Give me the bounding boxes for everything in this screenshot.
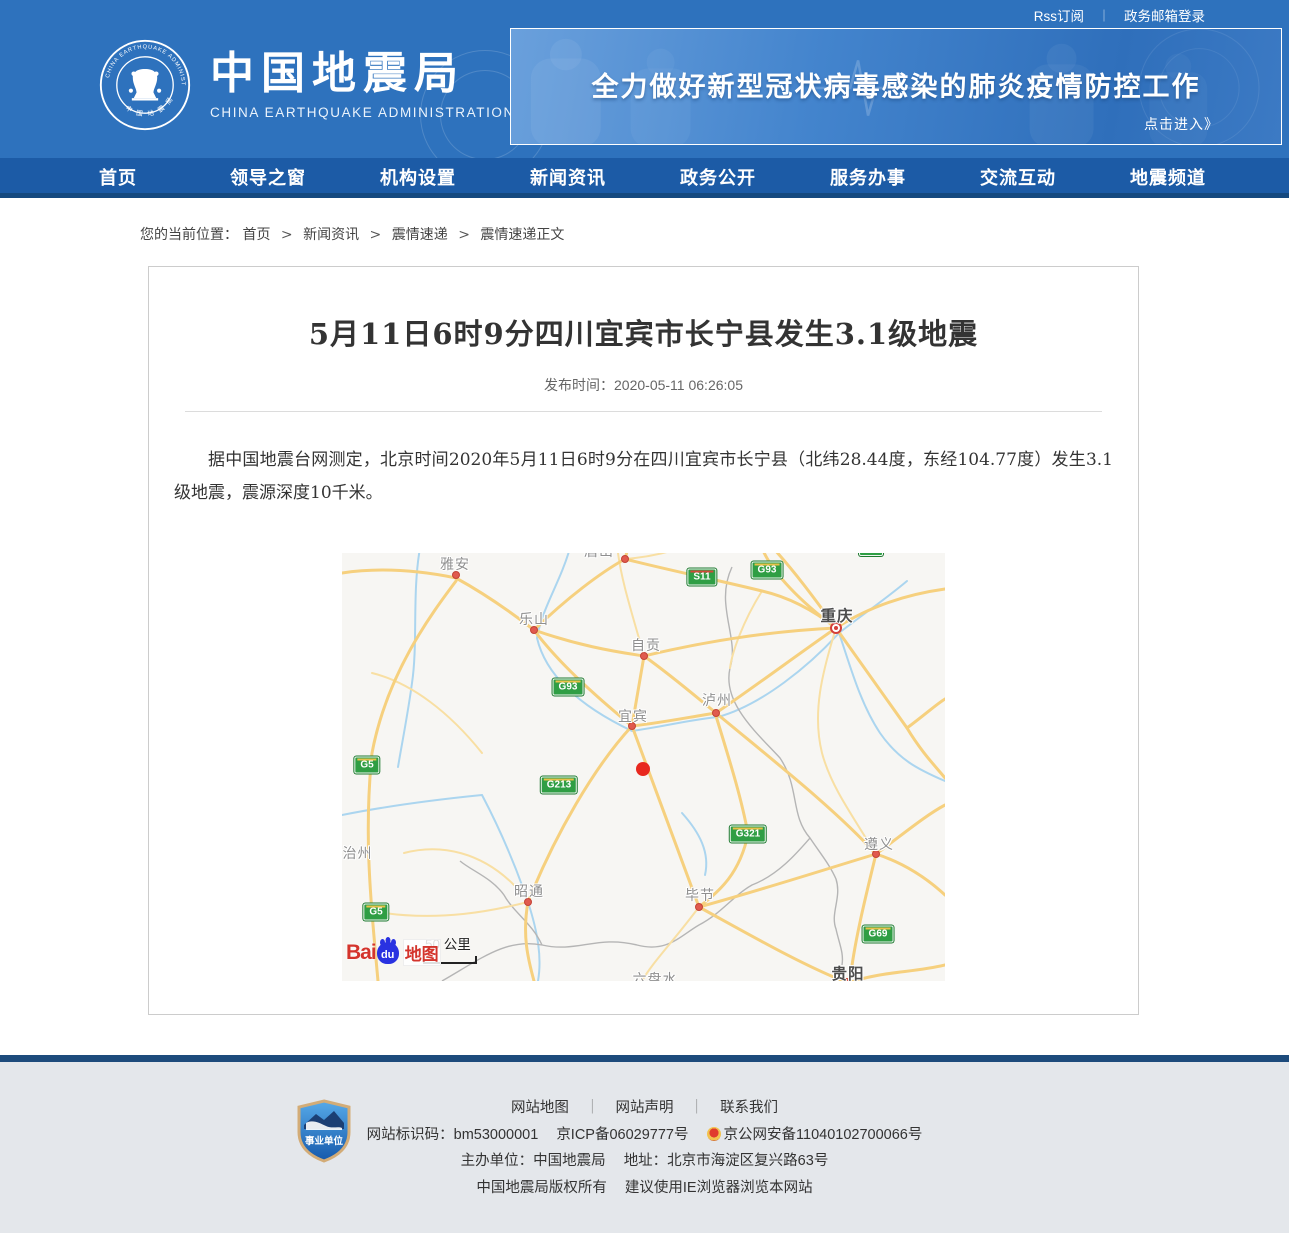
breadcrumb-prefix: 您的当前位置： [140, 227, 238, 243]
epicenter-map: 雅安 眉山 乐山 自贡 泸州 重庆 宜宾 昭通 毕节 遵义 贵阳 自治州 六盘水… [342, 553, 945, 982]
article-body: 据中国地震台网测定，北京时间2020年5月11日6时9分在四川宜宾市长宁县（北纬… [174, 450, 1113, 504]
address: 地址：北京市海淀区复兴路63号 [623, 1153, 829, 1169]
article-title: 5月11日6时9分四川宜宾市长宁县发生3.1级地震 [308, 317, 979, 351]
road-shield: S11 [687, 568, 717, 586]
baidu-logo-text: Bai [346, 940, 377, 964]
shield-badge-icon: 事业单位 [297, 1099, 351, 1163]
site-name: 中国地震局 [210, 49, 465, 99]
map-city-label: 重庆 [820, 608, 854, 626]
map-city-label: 六盘水 [632, 971, 678, 982]
banner-headline: 全力做好新型冠状病毒感染的肺炎疫情防控工作 [591, 72, 1201, 102]
breadcrumb-news[interactable]: 新闻资讯 [303, 227, 359, 243]
nav-item-home[interactable]: 首页 [43, 158, 193, 193]
police-registration-link[interactable]: 京公网安备11040102700066号 [724, 1127, 923, 1143]
nav-item-organization[interactable]: 机构设置 [343, 158, 493, 193]
baidu-logo-du: du [380, 949, 395, 962]
breadcrumb-separator: > [369, 227, 382, 243]
covid-notice-banner[interactable]: 全力做好新型冠状病毒感染的肺炎疫情防控工作 点击进入》 [510, 28, 1282, 145]
road-shield-partial [859, 553, 883, 557]
road-shield: G321 [729, 825, 767, 843]
footer-organizer-line: 主办单位：中国地震局 地址：北京市海淀区复兴路63号 [0, 1148, 1289, 1175]
minor-roads [371, 553, 877, 982]
breadcrumb-separator: > [458, 227, 470, 243]
map-city-label: 眉山 [584, 553, 614, 561]
police-badge-icon [706, 1126, 721, 1141]
browser-tip: 建议使用IE浏览器浏览本网站 [624, 1179, 813, 1196]
map-city-label: 自贡 [631, 637, 661, 654]
institution-badge[interactable]: 事业单位 [296, 1099, 352, 1168]
map-city-label: 毕节 [685, 887, 715, 904]
footer-divider-bar [0, 1055, 1289, 1062]
epicenter-marker [636, 762, 650, 777]
footer-link-contact[interactable]: 联系我们 [720, 1100, 778, 1116]
nav-item-news[interactable]: 新闻资讯 [493, 158, 643, 193]
road-shield: G69 [862, 925, 894, 943]
map-city-label: 自治州 [342, 845, 373, 862]
rss-link[interactable]: Rss订阅 [1034, 5, 1084, 25]
baidu-maps-logo: Bai du 地图 [346, 938, 441, 967]
map-city-label: 宜宾 [618, 708, 648, 725]
site-name-en: CHINA EARTHQUAKE ADMINISTRATION [210, 104, 515, 120]
nav-item-interaction[interactable]: 交流互动 [943, 158, 1093, 193]
breadcrumb-current-article: 震情速递正文 [480, 227, 565, 243]
top-utility-bar: Rss订阅 ｜ 政务邮箱登录 [0, 0, 1289, 30]
map-city-label: 雅安 [440, 556, 470, 573]
road-shield: G93 [751, 561, 783, 579]
footer-registration-line: 网站标识码：bm53000001 京ICP备06029777号 京公网安备110… [0, 1122, 1289, 1149]
breadcrumb-home[interactable]: 首页 [242, 227, 270, 243]
road-shield: G5 [363, 903, 389, 921]
map-city-label: 昭通 [514, 883, 544, 900]
nav-item-earthquake-channel[interactable]: 地震频道 [1093, 158, 1243, 193]
footer-link-sitemap[interactable]: 网站地图 [511, 1100, 569, 1116]
copyright: 中国地震局版权所有 [476, 1179, 607, 1196]
organizer: 主办单位：中国地震局 [460, 1153, 606, 1169]
article-container: 5月11日6时9分四川宜宾市长宁县发生3.1级地震 发布时间：2020-05-1… [148, 266, 1139, 1015]
icp-number: 京ICP备06029777号 [556, 1126, 689, 1143]
footer: 事业单位 网站地图 ｜ 网站声明 ｜ 联系我们 网站标识码：bm53000001… [0, 1062, 1289, 1233]
map-city-label: 乐山 [519, 611, 549, 628]
seismoscope-glyph [128, 69, 162, 101]
badge-label: 事业单位 [305, 1135, 344, 1147]
map-city-label: 遵义 [864, 836, 894, 853]
main-nav: 首页 领导之窗 机构设置 新闻资讯 政务公开 服务办事 交流互动 地震频道 [0, 158, 1289, 198]
nav-item-services[interactable]: 服务办事 [793, 158, 943, 193]
site-code: 网站标识码：bm53000001 [366, 1126, 539, 1143]
site-logo[interactable]: CHINA EARTHQUAKE ADMINISTRATION 中 国 地 震 … [98, 38, 515, 132]
city-dot [621, 555, 629, 564]
footer-copyright-line: 中国地震局版权所有 建议使用IE浏览器浏览本网站 [0, 1175, 1289, 1202]
gov-mail-login-link[interactable]: 政务邮箱登录 [1124, 5, 1205, 25]
nav-item-gov-affairs[interactable]: 政务公开 [643, 158, 793, 193]
footer-link-statement[interactable]: 网站声明 [616, 1100, 674, 1116]
road-shield: G213 [540, 776, 578, 794]
map-city-label: 泸州 [702, 692, 732, 709]
site-header: Rss订阅 ｜ 政务邮箱登录 CHINA EARTHQUAKE ADMINIST… [0, 0, 1289, 158]
cea-seal-icon: CHINA EARTHQUAKE ADMINISTRATION 中 国 地 震 … [98, 38, 191, 131]
nav-item-leaders[interactable]: 领导之窗 [193, 158, 343, 193]
footer-links: 网站地图 ｜ 网站声明 ｜ 联系我们 [0, 1095, 1289, 1122]
publish-time: 发布时间：2020-05-11 06:26:05 [544, 377, 743, 393]
map-city-label: 贵阳 [831, 966, 865, 982]
topbar-separator: ｜ [1097, 8, 1110, 23]
baidu-paw-icon: du [376, 938, 399, 964]
road-shield: G5 [354, 756, 380, 774]
baidu-logo-suffix: 地图 [402, 939, 441, 967]
footer-link-separator: ｜ [689, 1100, 705, 1116]
road-shield: G93 [552, 678, 584, 696]
city-dot [712, 709, 720, 718]
footer-link-separator: ｜ [584, 1100, 600, 1116]
breadcrumb-separator: > [280, 227, 293, 243]
title-divider [185, 411, 1102, 412]
banner-enter-link[interactable]: 点击进入》 [1144, 114, 1219, 134]
breadcrumb: 您的当前位置： 首页 > 新闻资讯 > 震情速递 > 震情速递正文 [0, 198, 1289, 266]
breadcrumb-quake-express[interactable]: 震情速递 [392, 227, 448, 243]
